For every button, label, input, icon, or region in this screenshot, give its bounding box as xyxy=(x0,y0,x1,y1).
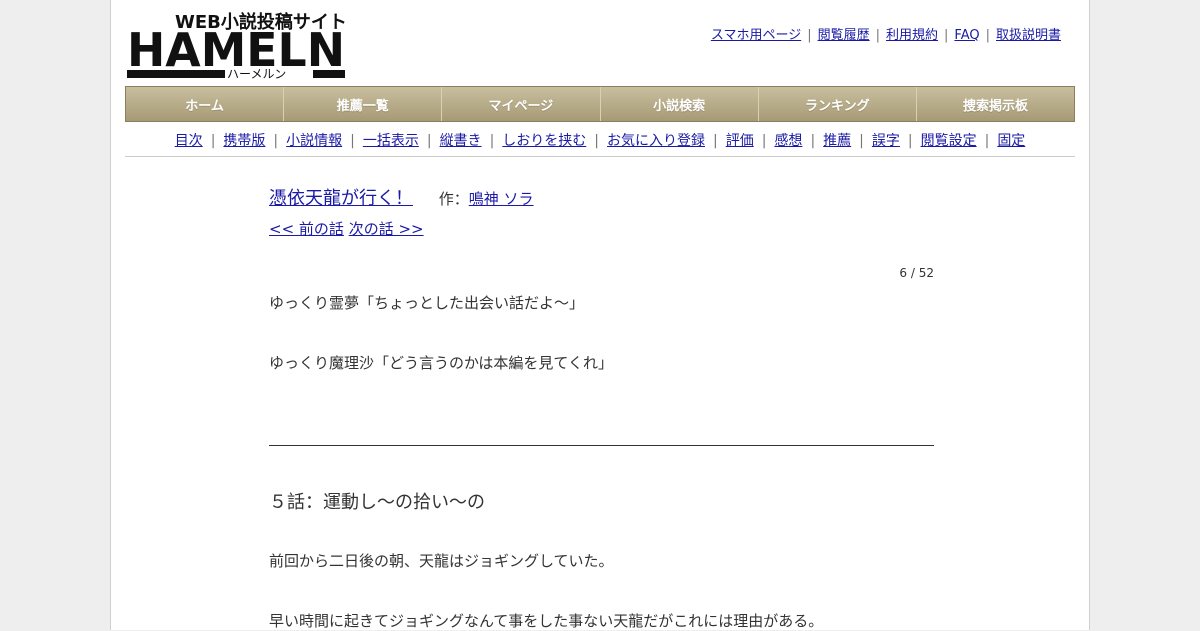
separator: | xyxy=(761,133,767,149)
separator: | xyxy=(594,133,599,149)
separator: | xyxy=(984,133,990,149)
separator: | xyxy=(350,133,355,149)
novel-title-link[interactable]: 憑依天龍が行く！ xyxy=(269,188,413,209)
subnav-view-settings[interactable]: 閲覧設定 xyxy=(921,133,977,149)
separator: | xyxy=(713,133,718,149)
toplink-manual[interactable]: 取扱説明書 xyxy=(996,28,1061,43)
foreword-line: ゆっくり魔理沙「どう言うのかは本編を見てくれ」 xyxy=(269,354,613,372)
toplink-terms[interactable]: 利用規約 xyxy=(886,28,938,43)
body-paragraph: 早い時間に起きてジョギングなんて事をした事ない天龍だがこれには理由がある。 xyxy=(269,612,824,630)
nav-search-board[interactable]: 捜索掲示板 xyxy=(917,87,1074,121)
chapter-nav: << 前の話 次の話 >> xyxy=(269,218,424,239)
nav-novel-search[interactable]: 小説検索 xyxy=(601,87,759,121)
subnav-recommend[interactable]: 推薦 xyxy=(823,133,851,149)
subnav-pin[interactable]: 固定 xyxy=(997,133,1025,149)
subnav-show-all[interactable]: 一括表示 xyxy=(363,133,419,149)
site-logo[interactable]: WEB小説投稿サイト HAMELN ハーメルン xyxy=(127,10,347,82)
separator: | xyxy=(210,133,216,149)
body-paragraph: 前回から二日後の朝、天龍はジョギングしていた。 xyxy=(269,552,614,570)
page-count: 6 / 52 xyxy=(899,266,934,280)
subnav-favorite[interactable]: お気に入り登録 xyxy=(607,133,705,149)
nav-ranking[interactable]: ランキング xyxy=(759,87,917,121)
author-link[interactable]: 鳴神 ソラ xyxy=(469,190,534,208)
chapter-title: ５話：運動し～の拾い～の xyxy=(269,492,485,513)
novel-subnav: 目次 | 携帯版 | 小説情報 | 一括表示 | 縦書き | しおりを挟む | お気に入り登録 | 評価 | 感… xyxy=(125,130,1075,157)
nav-mypage[interactable]: マイページ xyxy=(442,87,601,121)
top-links: スマホ用ページ | 閲覧履歴 | 利用規約 | FAQ | 取扱説明書 xyxy=(711,24,1061,43)
separator: | xyxy=(810,133,816,149)
separator: | xyxy=(807,28,812,43)
subnav-typo[interactable]: 誤字 xyxy=(872,133,900,149)
nav-home[interactable]: ホーム xyxy=(126,87,285,121)
separator: | xyxy=(985,28,990,43)
foreword-line: ゆっくり霊夢「ちょっとした出会い話だよ～」 xyxy=(269,294,585,312)
hameln-logo-icon: WEB小説投稿サイト HAMELN ハーメルン xyxy=(127,11,347,81)
separator: | xyxy=(859,133,864,149)
novel-content: 憑依天龍が行く！ 作：鳴神 ソラ << 前の話 次の話 >> 6 / 52 ゆっ… xyxy=(269,184,934,630)
author-prefix: 作： xyxy=(438,190,469,208)
nav-recommendations[interactable]: 推薦一覧 xyxy=(284,87,443,121)
next-chapter-link[interactable]: 次の話 >> xyxy=(349,220,424,238)
subnav-novel-info[interactable]: 小説情報 xyxy=(286,133,342,149)
author-line: 作：鳴神 ソラ xyxy=(439,190,534,208)
subnav-vertical[interactable]: 縦書き xyxy=(440,133,482,149)
main-nav: ホーム 推薦一覧 マイページ 小説検索 ランキング 捜索掲示板 xyxy=(125,86,1075,122)
separator: | xyxy=(489,133,495,149)
toplink-history[interactable]: 閲覧履歴 xyxy=(818,28,870,43)
prev-chapter-link[interactable]: << 前の話 xyxy=(269,220,344,238)
toplink-smartphone[interactable]: スマホ用ページ xyxy=(711,28,801,43)
subnav-toc[interactable]: 目次 xyxy=(175,133,203,149)
separator: | xyxy=(944,28,949,43)
toplink-faq[interactable]: FAQ xyxy=(954,28,979,43)
subnav-bookmark[interactable]: しおりを挟む xyxy=(502,133,586,149)
subnav-review[interactable]: 感想 xyxy=(774,133,802,149)
separator: | xyxy=(426,133,432,149)
page-container: WEB小説投稿サイト HAMELN ハーメルン スマホ用ページ | 閲覧履歴 | 利用規… xyxy=(110,0,1090,630)
separator: | xyxy=(273,133,279,149)
novel-header: 憑依天龍が行く！ 作：鳴神 ソラ xyxy=(269,184,934,210)
subnav-mobile[interactable]: 携帯版 xyxy=(223,133,265,149)
svg-text:ハーメルン: ハーメルン xyxy=(227,67,286,81)
separator: | xyxy=(907,133,913,149)
subnav-rating[interactable]: 評価 xyxy=(726,133,754,149)
separator: | xyxy=(875,28,880,43)
divider xyxy=(269,445,934,446)
